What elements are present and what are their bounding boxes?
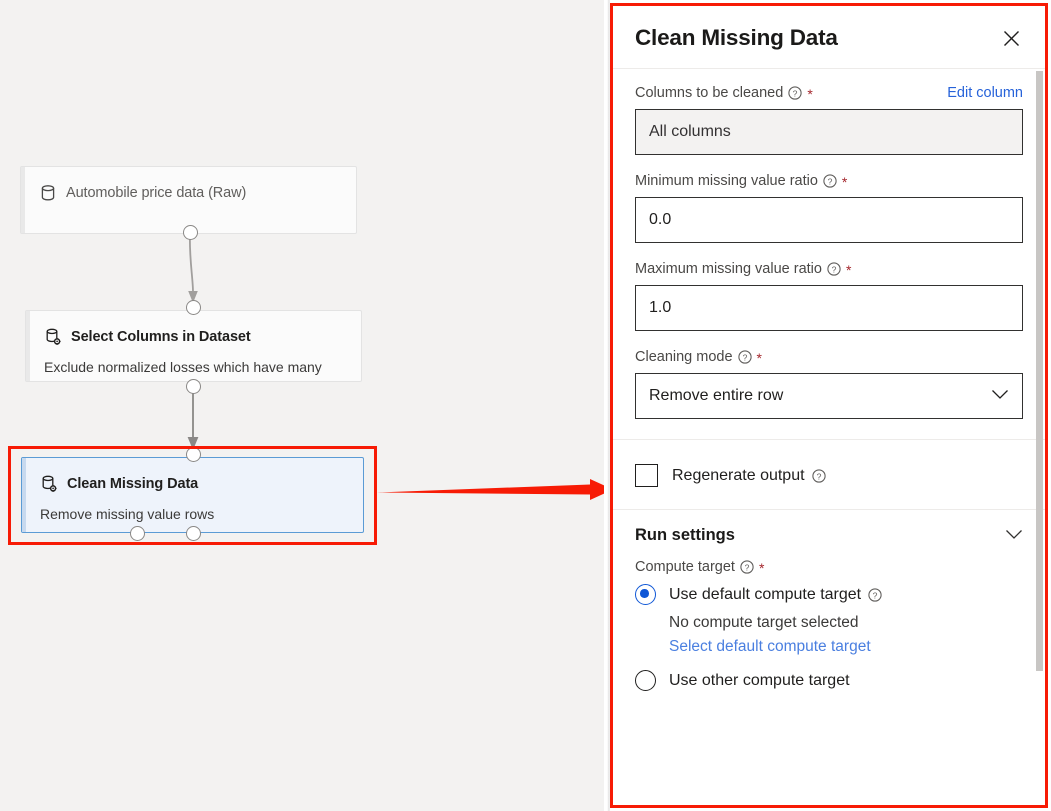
compute-target-status: No compute target selected bbox=[669, 614, 859, 631]
field-columns-to-be-cleaned: Columns to be cleaned ? * Edit column Al… bbox=[635, 83, 1023, 155]
svg-text:?: ? bbox=[793, 88, 798, 98]
radio-label: Use other compute target bbox=[669, 672, 850, 690]
svg-text:?: ? bbox=[745, 562, 750, 572]
help-icon[interactable]: ? bbox=[827, 261, 841, 276]
cleaning-mode-value: Remove entire row bbox=[649, 387, 784, 404]
node-title: Automobile price data (Raw) bbox=[66, 185, 247, 201]
module-properties-panel-outline: Clean Missing Data Columns to be cleaned bbox=[610, 3, 1048, 808]
help-icon[interactable]: ? bbox=[788, 85, 802, 100]
field-cleaning-mode: Cleaning mode ? * Remove entire row bbox=[635, 347, 1023, 419]
help-icon[interactable]: ? bbox=[868, 587, 882, 602]
run-settings-section: Run settings Compute target ? * Use defa… bbox=[613, 510, 1045, 707]
parameters-section: Columns to be cleaned ? * Edit column Al… bbox=[613, 69, 1045, 439]
columns-to-be-cleaned-value[interactable]: All columns bbox=[635, 109, 1023, 155]
node-output-port[interactable] bbox=[186, 379, 201, 394]
compute-target-label: Compute target ? * bbox=[635, 559, 1023, 575]
page-title: Clean Missing Data bbox=[635, 25, 838, 50]
field-label-row: Minimum missing value ratio ? * bbox=[635, 171, 1023, 190]
field-maximum-missing-value-ratio: Maximum missing value ratio ? * 1.0 bbox=[635, 259, 1023, 331]
field-minimum-missing-value-ratio: Minimum missing value ratio ? * 0.0 bbox=[635, 171, 1023, 243]
radio-button[interactable] bbox=[635, 670, 656, 692]
svg-text:?: ? bbox=[816, 471, 821, 481]
edit-column-link[interactable]: Edit column bbox=[947, 85, 1023, 101]
app-root: Automobile price data (Raw) Select Colum… bbox=[0, 0, 1051, 811]
canvas-node-dataset[interactable]: Automobile price data (Raw) bbox=[20, 166, 357, 234]
node-input-port[interactable] bbox=[186, 300, 201, 315]
field-label: Minimum missing value ratio ? * bbox=[635, 173, 847, 189]
required-asterisk: * bbox=[807, 85, 813, 102]
annotation-arrow bbox=[377, 479, 604, 500]
field-label: Maximum missing value ratio ? * bbox=[635, 261, 851, 277]
maximum-missing-value-ratio-input[interactable]: 1.0 bbox=[635, 285, 1023, 331]
required-asterisk: * bbox=[756, 349, 762, 366]
module-properties-panel: Clean Missing Data Columns to be cleaned bbox=[613, 6, 1045, 805]
minimum-missing-value-ratio-input[interactable]: 0.0 bbox=[635, 197, 1023, 243]
svg-text:?: ? bbox=[873, 590, 878, 600]
select-default-compute-target-link[interactable]: Select default compute target bbox=[669, 635, 1023, 659]
regenerate-output-checkbox[interactable] bbox=[635, 464, 658, 487]
node-subtitle: Exclude normalized losses which have man… bbox=[44, 359, 322, 375]
node-output-port[interactable] bbox=[183, 225, 198, 240]
pipeline-canvas[interactable]: Automobile price data (Raw) Select Colum… bbox=[0, 0, 604, 811]
regenerate-output-text: Regenerate output bbox=[672, 466, 805, 484]
svg-text:?: ? bbox=[828, 176, 833, 186]
run-settings-header[interactable]: Run settings bbox=[635, 526, 1023, 545]
help-icon[interactable]: ? bbox=[811, 468, 826, 483]
radio-use-other-compute-target[interactable]: Use other compute target bbox=[635, 670, 1023, 692]
radio-use-default-compute-target[interactable]: Use default compute target ? bbox=[635, 584, 1023, 605]
cleaning-mode-dropdown[interactable]: Remove entire row bbox=[635, 373, 1023, 419]
run-settings-title: Run settings bbox=[635, 526, 735, 544]
field-label-text: Columns to be cleaned bbox=[635, 84, 784, 101]
close-button[interactable] bbox=[997, 24, 1025, 52]
field-label-row: Cleaning mode ? * bbox=[635, 347, 1023, 366]
regenerate-output-label: Regenerate output ? bbox=[672, 467, 826, 485]
field-label-text: Cleaning mode bbox=[635, 348, 733, 365]
node-title: Select Columns in Dataset bbox=[71, 329, 251, 345]
database-icon bbox=[39, 183, 57, 203]
field-label-row: Columns to be cleaned ? * Edit column bbox=[635, 83, 1023, 102]
regenerate-output-row[interactable]: Regenerate output ? bbox=[635, 460, 1023, 489]
node-header: Automobile price data (Raw) bbox=[21, 167, 356, 203]
canvas-node-select-columns[interactable]: Select Columns in Dataset Exclude normal… bbox=[25, 310, 362, 382]
field-label: Cleaning mode ? * bbox=[635, 349, 762, 365]
field-label-text: Maximum missing value ratio bbox=[635, 260, 822, 277]
required-asterisk: * bbox=[841, 173, 848, 190]
node-accent-bar bbox=[26, 311, 30, 381]
connector-layer bbox=[187, 231, 199, 450]
required-asterisk: * bbox=[845, 261, 852, 278]
panel-scrollbar[interactable] bbox=[1036, 71, 1043, 671]
radio-label-text: Use other compute target bbox=[669, 671, 850, 689]
panel-header: Clean Missing Data bbox=[613, 6, 1045, 69]
help-icon[interactable]: ? bbox=[740, 560, 754, 574]
chevron-down-icon[interactable] bbox=[1005, 527, 1023, 545]
help-icon[interactable]: ? bbox=[737, 349, 752, 364]
radio-label-text: Use default compute target bbox=[669, 585, 862, 603]
chevron-down-icon bbox=[991, 387, 1009, 405]
svg-text:?: ? bbox=[832, 264, 837, 274]
field-label-text: Minimum missing value ratio bbox=[635, 172, 818, 189]
svg-text:?: ? bbox=[742, 352, 747, 362]
field-label: Columns to be cleaned ? * bbox=[635, 85, 813, 101]
radio-label: Use default compute target ? bbox=[669, 586, 882, 604]
close-icon bbox=[1003, 30, 1019, 46]
module-gear-icon bbox=[44, 327, 62, 347]
default-compute-target-details: No compute target selected Select defaul… bbox=[635, 611, 1023, 659]
node-accent-bar bbox=[21, 167, 25, 233]
node-header: Select Columns in Dataset bbox=[26, 311, 361, 347]
regenerate-output-section: Regenerate output ? bbox=[613, 440, 1045, 509]
compute-target-label-text: Compute target bbox=[635, 559, 735, 575]
required-asterisk: * bbox=[758, 560, 765, 576]
field-label-row: Maximum missing value ratio ? * bbox=[635, 259, 1023, 278]
annotation-highlight-box bbox=[8, 446, 377, 545]
radio-button[interactable] bbox=[635, 584, 656, 605]
help-icon[interactable]: ? bbox=[823, 173, 837, 188]
